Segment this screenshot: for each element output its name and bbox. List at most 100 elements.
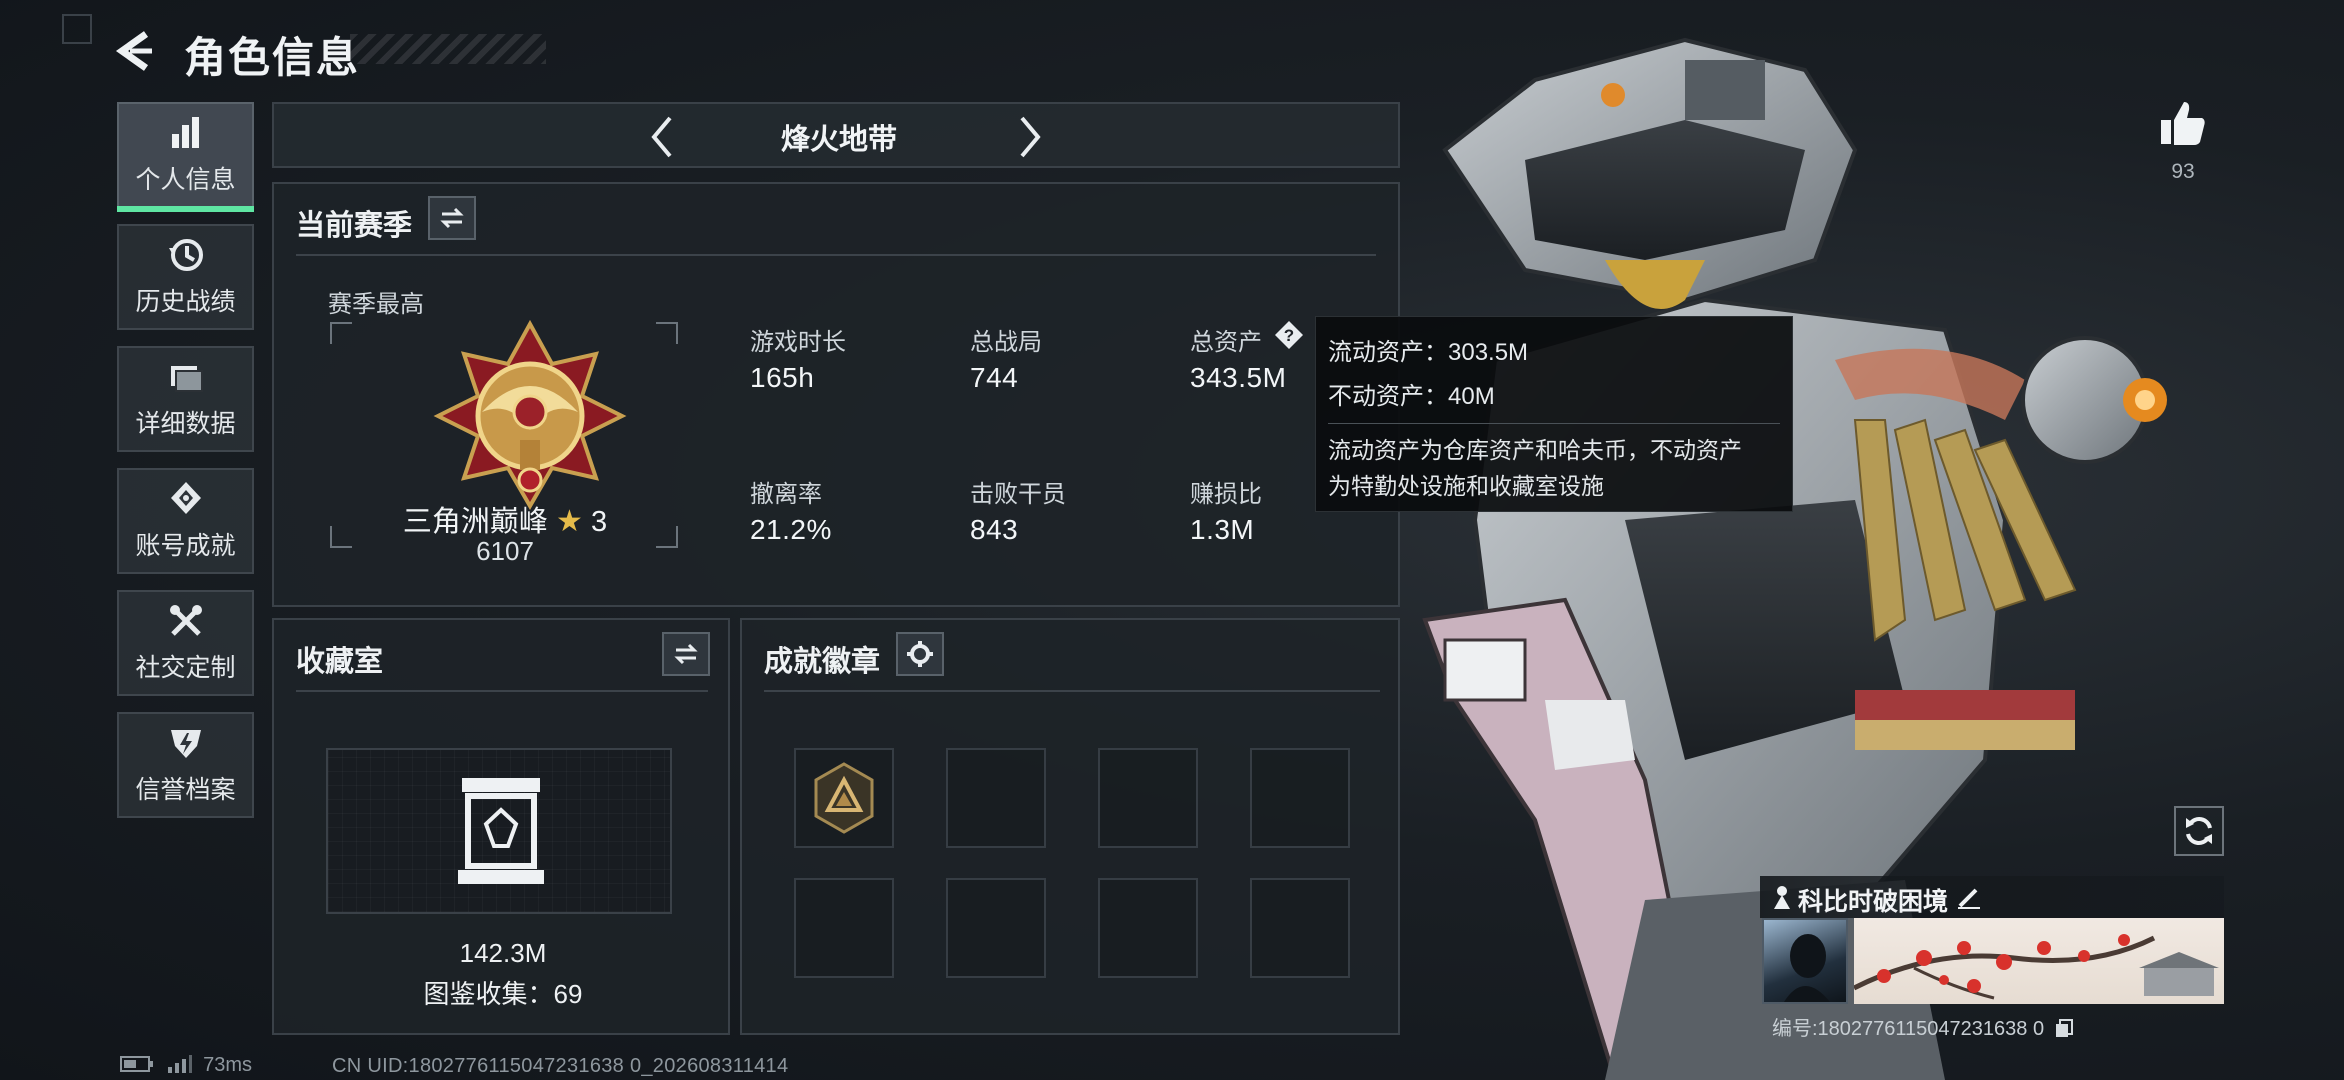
svg-text:?: ? — [1284, 326, 1294, 345]
display-case-icon — [458, 778, 544, 884]
help-icon[interactable]: ? — [1274, 320, 1304, 350]
divider — [764, 690, 1380, 692]
season-panel: 当前赛季 赛季最高 三角洲巅峰 ★ 3 6107 游戏时长 165h 总战局 7… — [272, 182, 1400, 607]
shield-bolt-icon — [170, 730, 201, 758]
divider — [1328, 423, 1780, 424]
player-id-row: 编号:1802776115047231638 0 — [1772, 1012, 2074, 1041]
footer-uid: CN UID:1802776115047231638 0_20260831141… — [332, 1055, 789, 1077]
sidebar-item-details[interactable]: 详细数据 — [117, 346, 254, 452]
sidebar-item-profile[interactable]: 个人信息 — [117, 102, 254, 212]
mode-title: 烽火地带 — [780, 124, 897, 156]
badge-slot[interactable] — [794, 748, 894, 848]
triangle-badge-icon — [814, 762, 874, 834]
refresh-button[interactable] — [2174, 806, 2224, 856]
sidebar-item-label: 账号成就 — [135, 532, 236, 560]
back-arrow-icon — [115, 31, 152, 71]
page-header: 角色信息 — [110, 20, 560, 81]
swap-icon — [440, 207, 464, 229]
divider — [296, 254, 1376, 256]
swap-icon — [674, 643, 698, 665]
tooltip-description-line: 为特勤处设施和收藏室设施 — [1328, 473, 1604, 499]
tooltip-liquid-assets: 流动资产：303.5M — [1328, 339, 1529, 366]
folder-data-icon — [170, 366, 203, 392]
mode-selector: 烽火地带 — [272, 102, 1400, 168]
medal-icon — [170, 482, 201, 514]
collection-switch-button[interactable] — [662, 632, 710, 676]
badge-slot[interactable] — [1098, 878, 1198, 978]
chevron-right-icon — [1020, 116, 1041, 158]
stat-label: 撤离率 — [750, 481, 822, 508]
edit-icon[interactable] — [1956, 884, 1982, 910]
badge-slot[interactable] — [794, 878, 894, 978]
page-title: 角色信息 — [184, 34, 361, 81]
divider — [296, 690, 708, 692]
tooltip-description-line: 流动资产为仓库资产和哈夫币，不动资产 — [1328, 437, 1742, 463]
season-title: 当前赛季 — [296, 210, 413, 242]
corner-decoration — [62, 14, 92, 44]
badge-slot[interactable] — [1250, 748, 1350, 848]
thumbs-up-icon — [2161, 102, 2205, 145]
collection-preview[interactable] — [326, 748, 672, 914]
title-decoration — [350, 34, 546, 64]
collection-catalog: 图鉴收集：69 — [423, 979, 583, 1009]
sidebar-item-label: 社交定制 — [135, 654, 236, 682]
badge-slot[interactable] — [946, 748, 1046, 848]
collection-panel: 收藏室 142.3M 图鉴收集：69 — [272, 618, 730, 1035]
sidebar-item-history[interactable]: 历史战绩 — [117, 224, 254, 330]
stat-value: 1.3M — [1190, 514, 1255, 545]
stat-label: 总战局 — [970, 329, 1042, 356]
assets-tooltip: 流动资产：303.5M 不动资产：40M 流动资产为仓库资产和哈夫币，不动资产 … — [1315, 316, 1793, 512]
avatar-portrait-icon — [1784, 934, 1830, 1002]
tools-icon — [169, 605, 202, 636]
stat-value: 343.5M — [1190, 362, 1287, 393]
plum-blossom-icon — [1854, 934, 2219, 1000]
next-mode-button[interactable] — [1004, 112, 1054, 162]
stat-label: 击败干员 — [970, 481, 1066, 508]
stat-label: 游戏时长 — [750, 329, 846, 356]
badge-settings-button[interactable] — [896, 632, 944, 676]
name-card-banner — [1854, 918, 2224, 1004]
player-card[interactable]: 科比时破困境 — [1760, 876, 2224, 1006]
stat-value: 843 — [970, 514, 1019, 545]
rank-emblem-icon — [433, 320, 627, 510]
stat-label: 总资产 — [1190, 329, 1262, 356]
like-count: 93 — [2171, 160, 2195, 183]
sidebar-item-achievements[interactable]: 账号成就 — [117, 468, 254, 574]
sidebar-item-label: 历史战绩 — [135, 288, 236, 316]
star-icon: ★ — [555, 505, 583, 538]
badge-slot[interactable] — [946, 878, 1046, 978]
collection-title: 收藏室 — [296, 646, 384, 678]
ping-value: 73ms — [203, 1054, 253, 1076]
network-status: 73ms — [120, 1054, 252, 1077]
back-button[interactable] — [110, 26, 160, 76]
season-switch-button[interactable] — [428, 196, 476, 240]
bar-chart-icon — [171, 117, 199, 148]
rank-name-row: 三角洲巅峰 ★ 3 — [400, 498, 610, 540]
sidebar-item-label: 详细数据 — [135, 410, 236, 438]
achievements-panel: 成就徽章 — [740, 618, 1400, 1035]
badge-slot[interactable] — [1250, 878, 1350, 978]
sidebar-item-label: 信誉档案 — [135, 776, 236, 804]
card-name-bar: 科比时破困境 — [1760, 876, 2224, 918]
battery-icon — [120, 1056, 153, 1072]
clock-history-icon — [168, 239, 203, 271]
season-best-label: 赛季最高 — [328, 291, 424, 318]
person-icon — [1774, 886, 1790, 909]
like-button[interactable] — [2158, 98, 2208, 148]
sidebar-item-label: 个人信息 — [135, 166, 236, 194]
stat-label: 赚损比 — [1190, 481, 1262, 508]
sidebar-item-social[interactable]: 社交定制 — [117, 590, 254, 696]
rank-frame: 三角洲巅峰 ★ 3 6107 — [330, 320, 678, 566]
badge-slot[interactable] — [1098, 748, 1198, 848]
signal-icon — [167, 1055, 192, 1073]
rank-stars: 3 — [590, 506, 608, 538]
copy-icon[interactable] — [2054, 1018, 2074, 1038]
sidebar-item-credit[interactable]: 信誉档案 — [117, 712, 254, 818]
stat-value: 165h — [750, 362, 815, 393]
collection-value: 142.3M — [459, 938, 547, 968]
stat-value: 744 — [970, 362, 1019, 393]
avatar[interactable] — [1762, 918, 1848, 1004]
refresh-icon — [2186, 817, 2212, 845]
tooltip-fixed-assets: 不动资产：40M — [1328, 383, 1495, 410]
player-nickname: 科比时破困境 — [1798, 888, 1949, 916]
